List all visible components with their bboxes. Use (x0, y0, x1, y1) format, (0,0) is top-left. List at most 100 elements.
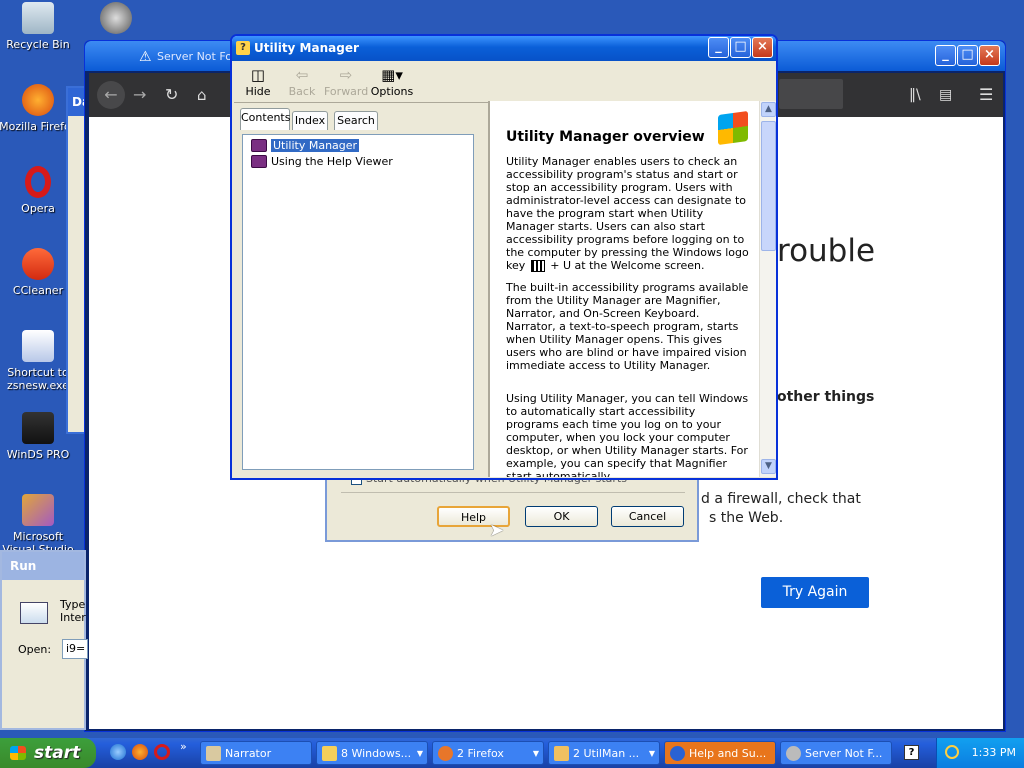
help-toolbar: ◫ Hide ⇦ Back ⇨ Forward ▦▾ Options (234, 61, 774, 103)
hide-icon: ◫ (250, 66, 266, 84)
close-button[interactable]: × (979, 45, 1000, 66)
taskbar-item-label: Help and Su... (689, 747, 767, 760)
run-program-icon (20, 602, 48, 624)
help-question-icon: ? (236, 41, 250, 55)
dialog-separator (341, 492, 685, 493)
taskbar-item-firefox[interactable]: 2 Firefox ▼ (432, 741, 544, 765)
taskbar-item-windows[interactable]: 8 Windows... ▼ (316, 741, 428, 765)
library-icon[interactable]: ‖\ (909, 81, 921, 109)
help-viewer-title: Utility Manager (254, 41, 359, 55)
mouse-cursor-icon: ➤ (489, 520, 505, 541)
maximize-button[interactable]: □ (957, 45, 978, 66)
contents-tree[interactable]: Utility Manager Using the Help Viewer (242, 134, 474, 470)
help-close-button[interactable]: × (752, 37, 773, 58)
desktop-icon-label: CCleaner (12, 284, 64, 297)
minimize-button[interactable]: _ (935, 45, 956, 66)
forward-arrow-icon: ⇨ (339, 66, 353, 84)
try-again-button[interactable]: Try Again (761, 577, 869, 608)
cancel-button[interactable]: Cancel (611, 506, 684, 527)
help-maximize-button[interactable]: □ (730, 37, 751, 58)
utilman-icon (554, 746, 569, 761)
visual-studio-icon (22, 494, 54, 526)
back-icon[interactable]: ← (97, 81, 125, 109)
system-tray: 1:33 PM (936, 738, 1024, 768)
winds-icon (22, 412, 54, 444)
quicklaunch-ie-icon[interactable] (110, 744, 126, 760)
home-icon[interactable]: ⌂ (197, 81, 207, 109)
back-arrow-icon: ⇦ (295, 66, 309, 84)
article-paragraph-1-text: Utility Manager enables users to check a… (506, 155, 749, 272)
article-title: Utility Manager overview (506, 129, 705, 145)
reload-icon[interactable]: ↻ (165, 81, 178, 109)
url-bar[interactable] (779, 79, 843, 109)
scroll-down-button[interactable]: ▼ (761, 459, 776, 474)
hide-button[interactable]: ◫ Hide (236, 65, 280, 98)
error-text-line1: d a firewall, check that (701, 491, 861, 507)
windows-logo-icon (718, 110, 748, 146)
desktop-icon-label: Opera (21, 202, 55, 215)
options-label: Options (370, 85, 414, 98)
run-open-label: Open: (18, 643, 52, 656)
help-viewer-titlebar[interactable]: ? Utility Manager _ □ × (232, 36, 776, 61)
taskbar-item-label: Narrator (225, 747, 272, 760)
start-button[interactable]: start (0, 738, 96, 768)
taskbar-item-narrator[interactable]: Narrator (200, 741, 312, 765)
forward-button[interactable]: ⇨ Forward (324, 65, 368, 98)
taskbar-item-utilman[interactable]: 2 UtilMan ... ▼ (548, 741, 660, 765)
desktop-icon-recycle-bin[interactable]: Recycle Bin (0, 2, 78, 51)
back-button[interactable]: ⇦ Back (280, 65, 324, 98)
group-arrow-icon: ▼ (648, 749, 655, 758)
ok-button[interactable]: OK (525, 506, 598, 527)
hide-label: Hide (245, 85, 271, 98)
utility-manager-dialog[interactable]: Start automatically when Utility Manager… (325, 470, 699, 542)
options-button[interactable]: ▦▾ Options (370, 65, 414, 98)
tab-contents[interactable]: Contents (240, 108, 290, 130)
firefox-icon (22, 84, 54, 116)
quicklaunch-chevron-icon[interactable]: » (180, 740, 187, 753)
recycle-bin-icon (22, 2, 54, 34)
taskbar-item-label: 2 Firefox (457, 747, 504, 760)
article-scrollbar[interactable]: ▲ ▼ (759, 101, 776, 477)
forward-icon[interactable]: → (133, 81, 146, 109)
back-label: Back (288, 85, 316, 98)
gear-icon (786, 746, 801, 761)
error-text-line2: s the Web. (709, 510, 784, 526)
toc-item-utility-manager[interactable]: Utility Manager (249, 139, 360, 153)
article-paragraph-3: Using Utility Manager, you can tell Wind… (506, 392, 749, 477)
menu-icon[interactable]: ☰ (979, 81, 993, 109)
forward-label: Forward (324, 85, 369, 98)
scroll-thumb[interactable] (761, 121, 776, 251)
clock[interactable]: 1:33 PM (972, 746, 1016, 759)
firefox-icon (438, 746, 453, 761)
firefox-tab-title[interactable]: Server Not Fou (157, 50, 239, 63)
toc-item-help-viewer[interactable]: Using the Help Viewer (249, 155, 393, 169)
options-icon: ▦▾ (381, 66, 403, 84)
folder-icon (322, 746, 337, 761)
run-open-input[interactable]: i9= (62, 639, 88, 659)
narrator-icon (206, 746, 221, 761)
warning-icon: ⚠ (139, 49, 152, 65)
help-viewer-window[interactable]: ? Utility Manager _ □ × ◫ Hide ⇦ Back ⇨ For… (230, 34, 778, 480)
taskbar-item-server[interactable]: Server Not F... (780, 741, 892, 765)
tab-index[interactable]: Index (292, 111, 328, 130)
desktop-icon-raccoon[interactable] (76, 2, 156, 38)
run-title: Run (2, 552, 84, 580)
group-arrow-icon: ▼ (532, 749, 539, 758)
ccleaner-icon (22, 248, 54, 280)
run-text-line2: Inter (60, 611, 86, 624)
taskbar-item-help[interactable]: Help and Su... (664, 741, 776, 765)
start-label: start (34, 743, 81, 763)
help-tray-icon[interactable]: ? (904, 745, 919, 760)
sidebar-icon[interactable]: ▤ (939, 81, 952, 109)
tab-search[interactable]: Search (334, 111, 378, 130)
run-dialog[interactable]: Run Type Inter Open: i9= (0, 550, 88, 730)
help-minimize-button[interactable]: _ (708, 37, 729, 58)
book-icon (251, 139, 267, 152)
raccoon-icon (100, 2, 132, 34)
quicklaunch-firefox-icon[interactable] (132, 744, 148, 760)
magnifier-tray-icon[interactable] (945, 745, 959, 759)
quicklaunch-opera-icon[interactable] (154, 744, 170, 760)
book-icon (251, 155, 267, 168)
scroll-up-button[interactable]: ▲ (761, 102, 776, 117)
taskbar-item-label: 8 Windows... (341, 747, 412, 760)
